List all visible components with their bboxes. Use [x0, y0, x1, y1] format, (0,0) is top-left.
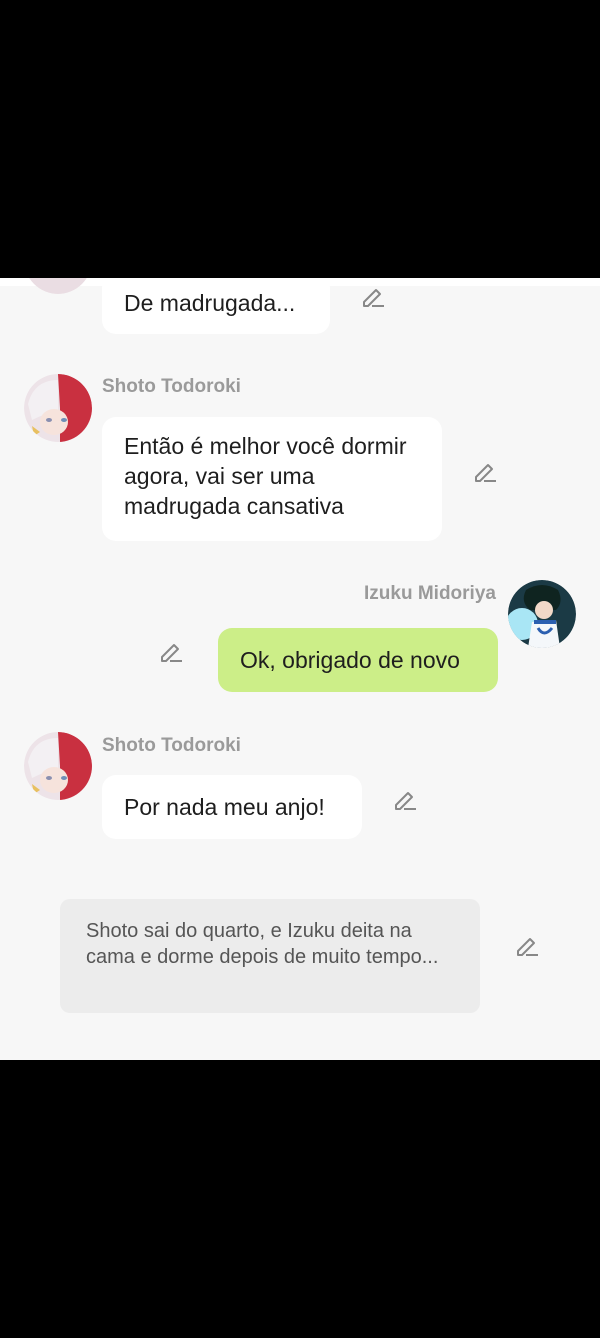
- sender-name: Shoto Todoroki: [102, 376, 241, 397]
- avatar-shoto[interactable]: [24, 374, 92, 442]
- avatar-shoto-partial: [24, 278, 92, 294]
- pencil-edit-icon[interactable]: [392, 786, 418, 812]
- pencil-edit-icon[interactable]: [514, 932, 540, 958]
- message-text-1: De madrugada...: [124, 290, 296, 316]
- message-bubble-1[interactable]: De madrugada...: [102, 278, 330, 334]
- sender-name: Shoto Todoroki: [102, 735, 241, 756]
- avatar-shoto[interactable]: [24, 732, 92, 800]
- narration-text: Shoto sai do quarto, e Izuku deita na ca…: [86, 920, 439, 968]
- pencil-edit-icon[interactable]: [158, 638, 184, 664]
- message-bubble-4[interactable]: Por nada meu anjo!: [102, 775, 362, 839]
- pencil-edit-icon[interactable]: [472, 458, 498, 484]
- narration-bubble[interactable]: Shoto sai do quarto, e Izuku deita na ca…: [60, 899, 480, 1013]
- message-bubble-3[interactable]: Ok, obrigado de novo: [218, 628, 498, 692]
- message-text-2: Então é melhor você dormir agora, vai se…: [124, 433, 407, 519]
- avatar-izuku[interactable]: [508, 580, 576, 648]
- pencil-edit-icon[interactable]: [360, 283, 386, 309]
- message-text-4: Por nada meu anjo!: [124, 794, 325, 820]
- sender-name: Izuku Midoriya: [364, 583, 496, 604]
- message-bubble-2[interactable]: Então é melhor você dormir agora, vai se…: [102, 417, 442, 541]
- chat-area: De madrugada... Shoto Todoroki Então é m…: [0, 278, 600, 1060]
- message-text-3: Ok, obrigado de novo: [240, 647, 460, 673]
